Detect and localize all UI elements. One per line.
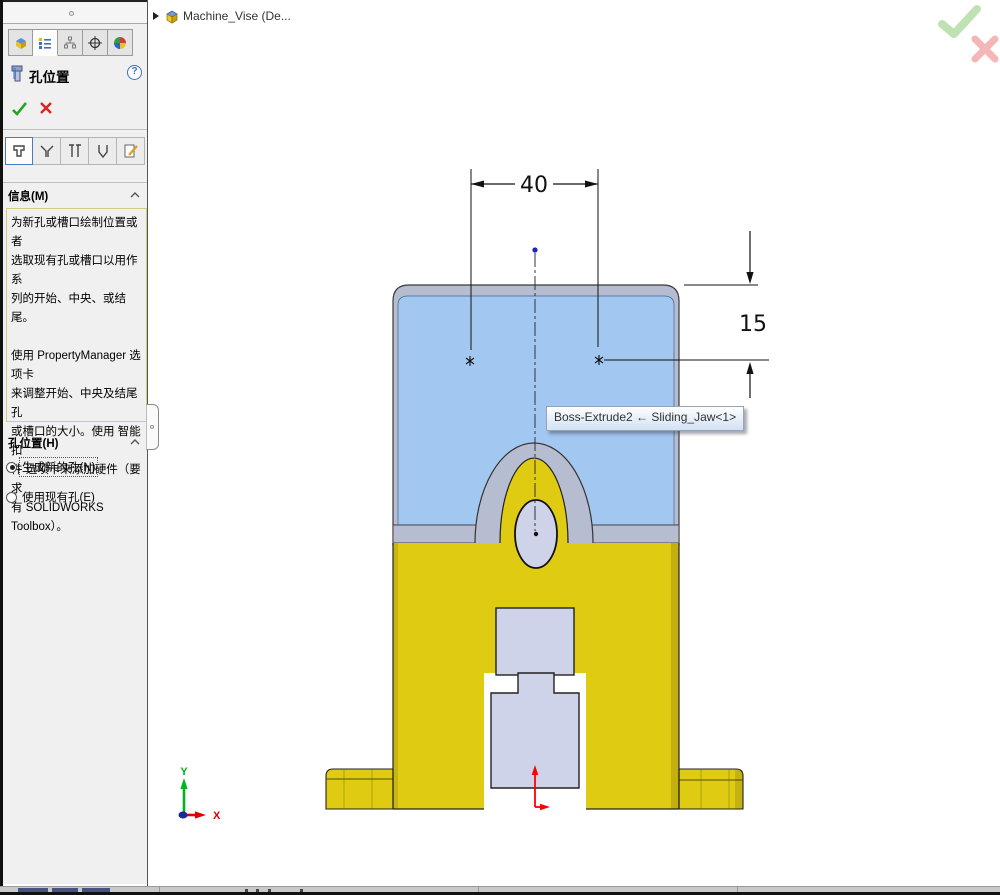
confirmation-corner bbox=[942, 9, 995, 59]
display-manager-icon bbox=[112, 35, 128, 51]
radio-button-icon[interactable] bbox=[6, 492, 17, 503]
panel-top-grip[interactable] bbox=[3, 3, 147, 24]
right-flange-shading bbox=[735, 770, 743, 809]
tab-display-manager[interactable] bbox=[108, 29, 133, 56]
flyout-feature-tree[interactable]: Machine_Vise (De... bbox=[153, 6, 291, 26]
radio-label[interactable]: 使用现有孔(E) bbox=[20, 488, 97, 506]
counterbore-icon bbox=[10, 142, 28, 160]
radio-create-new-hole[interactable]: 生成新的孔(N) bbox=[6, 459, 146, 475]
countersink-icon bbox=[38, 142, 56, 160]
panel-splitter-handle[interactable] bbox=[146, 404, 159, 450]
tab-middle-hole-spec[interactable] bbox=[33, 137, 61, 165]
tab-smart-fasteners[interactable] bbox=[117, 137, 145, 165]
right-edge-shading bbox=[671, 543, 679, 809]
tab-thread-spec[interactable] bbox=[89, 137, 117, 165]
left-edge-shading bbox=[393, 543, 398, 809]
tree-item-label[interactable]: Machine_Vise (De... bbox=[183, 9, 291, 23]
tab-configuration-manager[interactable] bbox=[58, 29, 83, 56]
property-manager-header: 孔位置 ? bbox=[3, 63, 147, 87]
info-header-label: 信息(M) bbox=[8, 188, 48, 204]
grip-dot-icon bbox=[150, 425, 154, 429]
dim-value[interactable]: 40 bbox=[520, 173, 548, 198]
hole-position-section-header[interactable]: 孔位置(H) bbox=[3, 435, 147, 451]
hole-center-point[interactable] bbox=[534, 532, 538, 536]
configuration-manager-icon bbox=[62, 35, 78, 51]
radio-button-icon[interactable] bbox=[6, 462, 17, 473]
orientation-triad: Y X bbox=[179, 766, 222, 822]
arrowhead-up bbox=[746, 362, 753, 374]
smart-fastener-icon bbox=[122, 142, 140, 160]
triad-y-label: Y bbox=[180, 766, 188, 778]
separator bbox=[3, 182, 147, 183]
tap-hole-icon bbox=[94, 142, 112, 160]
slot-upper-face[interactable] bbox=[496, 608, 574, 675]
property-manager-panel: 孔位置 ? bbox=[3, 0, 147, 884]
tab-start-hole-spec[interactable] bbox=[5, 137, 33, 165]
tab-dimxpert-manager[interactable] bbox=[83, 29, 108, 56]
triad-x-label: X bbox=[213, 810, 221, 822]
right-flange[interactable] bbox=[679, 769, 743, 809]
triad-origin-z bbox=[179, 812, 188, 819]
property-manager-icon bbox=[37, 35, 53, 51]
tab-feature-manager[interactable] bbox=[8, 29, 33, 56]
tab-property-manager[interactable] bbox=[33, 29, 58, 56]
ok-button[interactable] bbox=[11, 101, 29, 117]
chevron-up-icon[interactable] bbox=[129, 438, 141, 446]
dimxpert-icon bbox=[87, 35, 103, 51]
corner-cancel-button[interactable] bbox=[975, 39, 995, 59]
info-section-header[interactable]: 信息(M) bbox=[3, 188, 147, 204]
arrowhead-left bbox=[471, 181, 484, 188]
face-tooltip: Boss-Extrude2 ← Sliding_Jaw<1> bbox=[546, 406, 744, 431]
corner-ok-button[interactable] bbox=[942, 9, 977, 34]
hole-spec-tab-bar bbox=[5, 137, 145, 165]
graphics-viewport[interactable]: 40 15 Y X bbox=[147, 0, 1000, 886]
radio-label[interactable]: 生成新的孔(N) bbox=[20, 458, 97, 476]
left-flange[interactable] bbox=[326, 769, 393, 809]
help-button[interactable]: ? bbox=[127, 65, 142, 80]
assembly-icon bbox=[164, 7, 180, 25]
arrowhead-down bbox=[746, 272, 753, 284]
centerline-endpoint[interactable] bbox=[532, 247, 537, 252]
hole-position-header-label: 孔位置(H) bbox=[8, 435, 58, 451]
page-title: 孔位置 bbox=[29, 66, 70, 86]
tree-expand-arrow-icon[interactable] bbox=[153, 12, 159, 20]
hole-series-icon bbox=[9, 65, 26, 83]
arrowhead-right bbox=[585, 181, 598, 188]
model-canvas: 40 15 Y X bbox=[147, 0, 1000, 886]
straight-hole-icon bbox=[66, 142, 84, 160]
chevron-up-icon[interactable] bbox=[129, 191, 141, 199]
feature-manager-icon bbox=[13, 35, 29, 51]
radio-use-existing-hole[interactable]: 使用现有孔(E) bbox=[6, 489, 146, 505]
grip-dot-icon bbox=[69, 11, 74, 16]
cancel-button[interactable] bbox=[39, 101, 54, 116]
info-message-box: 为新孔或槽口绘制位置或者 选取现有孔或槽口以用作系 列的开始、中央、或结尾。 使… bbox=[6, 208, 147, 422]
tab-end-hole-spec[interactable] bbox=[61, 137, 89, 165]
separator bbox=[3, 129, 147, 130]
confirm-row bbox=[3, 100, 147, 120]
dim-value[interactable]: 15 bbox=[739, 312, 767, 337]
manager-tab-bar bbox=[8, 29, 133, 58]
